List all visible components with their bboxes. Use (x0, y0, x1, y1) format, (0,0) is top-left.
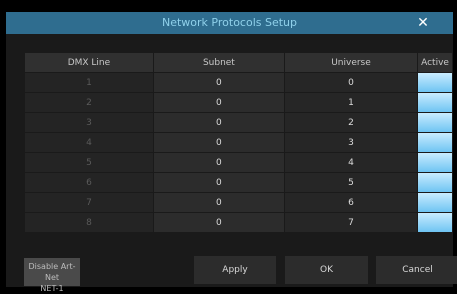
active-toggle[interactable] (418, 113, 452, 132)
column-header-dmx-line: DMX Line (24, 52, 154, 73)
table-row: 5 0 4 (24, 152, 453, 173)
universe-cell[interactable]: 3 (283, 132, 419, 153)
dmx-lines-table: DMX Line Subnet Universe Active 1 0 0 2 … (24, 52, 453, 233)
universe-cell[interactable]: 1 (283, 92, 419, 113)
active-cell (417, 152, 453, 173)
active-toggle[interactable] (418, 213, 452, 232)
universe-cell[interactable]: 4 (283, 152, 419, 173)
network-protocols-dialog: Network Protocols Setup ✕ DMX Line Subne… (0, 0, 457, 293)
universe-cell[interactable]: 2 (283, 112, 419, 133)
dmx-line-cell: 3 (24, 112, 154, 133)
ok-button[interactable]: OK (285, 256, 368, 284)
apply-button[interactable]: Apply (194, 256, 276, 284)
close-icon[interactable]: ✕ (413, 12, 433, 34)
column-header-subnet: Subnet (152, 52, 285, 73)
table-row: 4 0 3 (24, 132, 453, 153)
active-cell (417, 192, 453, 213)
title-bar: Network Protocols Setup ✕ (6, 12, 453, 34)
dmx-line-cell: 8 (24, 212, 154, 233)
cancel-button[interactable]: Cancel (376, 256, 457, 284)
table-row: 2 0 1 (24, 92, 453, 113)
column-header-active: Active (417, 52, 453, 73)
dmx-line-cell: 1 (24, 72, 154, 93)
table-row: 8 0 7 (24, 212, 453, 233)
subnet-cell[interactable]: 0 (152, 192, 285, 213)
dialog-body: DMX Line Subnet Universe Active 1 0 0 2 … (6, 34, 457, 293)
active-cell (417, 172, 453, 193)
universe-cell[interactable]: 5 (283, 172, 419, 193)
subnet-cell[interactable]: 0 (152, 152, 285, 173)
subnet-cell[interactable]: 0 (152, 112, 285, 133)
dmx-line-cell: 7 (24, 192, 154, 213)
universe-cell[interactable]: 0 (283, 72, 419, 93)
dmx-line-cell: 6 (24, 172, 154, 193)
table-row: 6 0 5 (24, 172, 453, 193)
universe-cell[interactable]: 6 (283, 192, 419, 213)
disable-artnet-button[interactable]: Disable Art-Net NET-1 (24, 258, 80, 293)
table-row: 7 0 6 (24, 192, 453, 213)
column-header-universe: Universe (283, 52, 419, 73)
subnet-cell[interactable]: 0 (152, 212, 285, 233)
active-toggle[interactable] (418, 133, 452, 152)
active-toggle[interactable] (418, 193, 452, 212)
table-row: 3 0 2 (24, 112, 453, 133)
active-toggle[interactable] (418, 93, 452, 112)
active-toggle[interactable] (418, 153, 452, 172)
subnet-cell[interactable]: 0 (152, 72, 285, 93)
active-toggle[interactable] (418, 73, 452, 92)
universe-cell[interactable]: 7 (283, 212, 419, 233)
dialog-title: Network Protocols Setup (162, 16, 297, 29)
dmx-line-cell: 4 (24, 132, 154, 153)
dmx-line-cell: 2 (24, 92, 154, 113)
subnet-cell[interactable]: 0 (152, 132, 285, 153)
table-row: 1 0 0 (24, 72, 453, 93)
active-cell (417, 112, 453, 133)
dmx-line-cell: 5 (24, 152, 154, 173)
subnet-cell[interactable]: 0 (152, 92, 285, 113)
active-cell (417, 212, 453, 233)
active-toggle[interactable] (418, 173, 452, 192)
subnet-cell[interactable]: 0 (152, 172, 285, 193)
active-cell (417, 72, 453, 93)
active-cell (417, 132, 453, 153)
table-header-row: DMX Line Subnet Universe Active (24, 52, 453, 73)
active-cell (417, 92, 453, 113)
disable-artnet-label: Disable Art-Net (28, 262, 76, 282)
